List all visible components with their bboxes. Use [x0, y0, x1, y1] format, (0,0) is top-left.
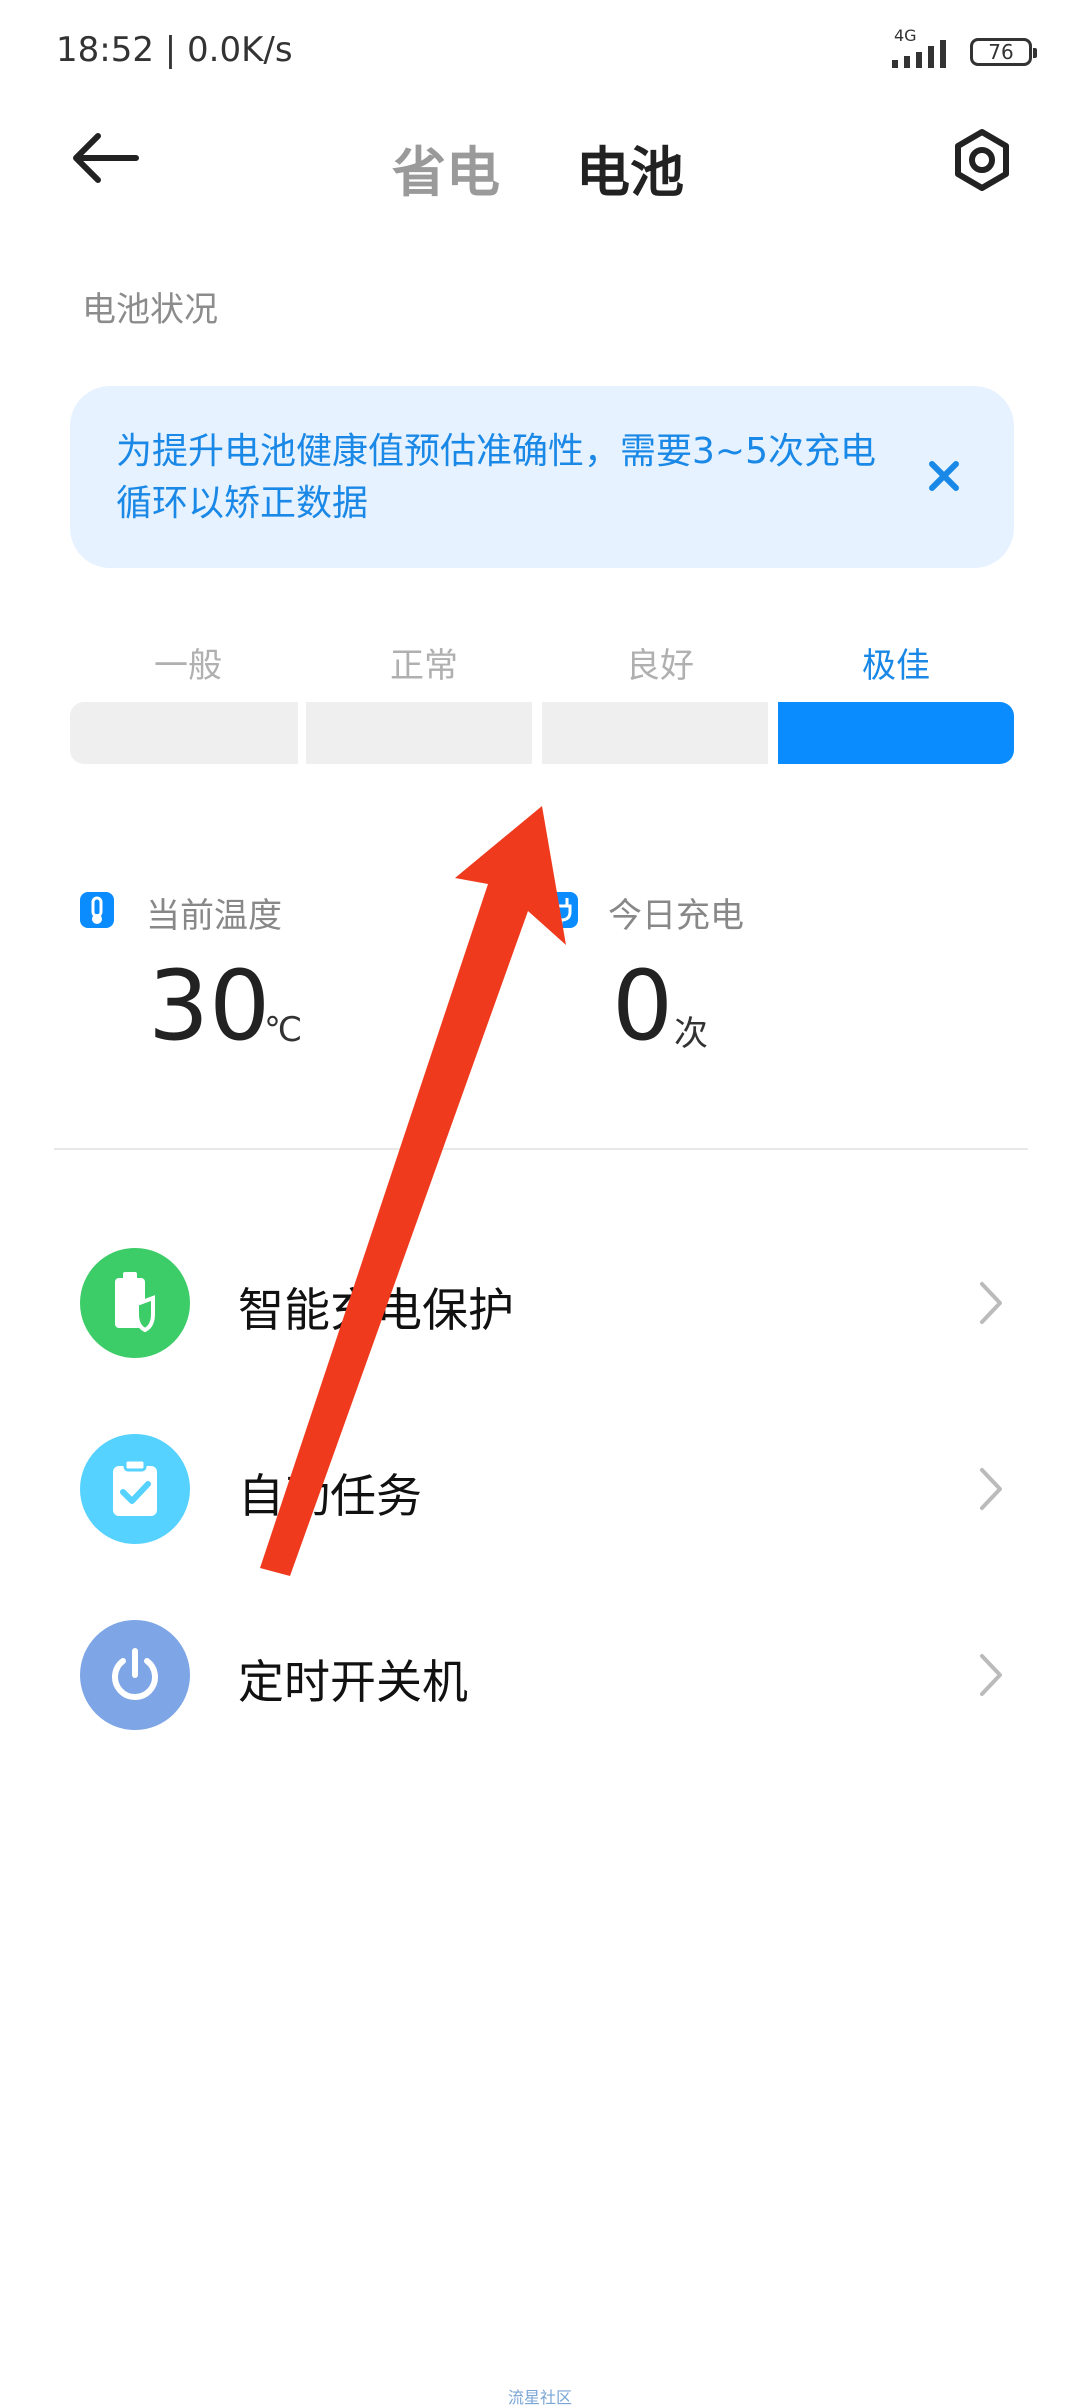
level-label-general: 一般	[154, 646, 222, 686]
thermometer-icon	[80, 892, 114, 928]
chevron-right-icon	[980, 1282, 1002, 1324]
menu-item-smart-charging[interactable]: 智能充电保护	[0, 1228, 1080, 1398]
status-time: 18:52 | 0.0K/s	[56, 30, 293, 70]
menu-label: 定时开关机	[238, 1655, 468, 1709]
level-segment-general	[70, 702, 298, 764]
level-segment-normal	[306, 702, 532, 764]
footer-watermark: 流星社区	[507, 2388, 572, 2407]
arrow-left-icon	[73, 133, 139, 183]
battery-level: 76	[988, 40, 1014, 64]
section-title: 电池状况	[82, 290, 218, 330]
battery-shield-icon	[80, 1248, 190, 1358]
charge-today-label: 今日充电	[608, 896, 744, 936]
settings-gear-icon	[955, 129, 1009, 191]
annotation-arrow-icon	[260, 806, 566, 1576]
battery-icon: 76	[970, 38, 1037, 66]
status-indicators: 4G 76	[892, 26, 1037, 74]
info-banner: 为提升电池健康值预估准确性，需要3~5次充电循环以矫正数据	[70, 386, 1014, 568]
chevron-right-icon	[980, 1654, 1002, 1696]
menu-label: 智能充电保护	[238, 1283, 514, 1337]
banner-text: 为提升电池健康值预估准确性，需要3~5次充电循环以矫正数据	[116, 431, 876, 524]
temperature-value: 30	[148, 950, 271, 1062]
temperature-unit: ℃	[264, 1010, 303, 1050]
level-segment-excellent	[778, 702, 1014, 764]
tab-power-saving[interactable]: 省电	[392, 128, 500, 207]
power-icon	[80, 1620, 190, 1730]
tab-battery[interactable]: 电池	[576, 128, 684, 207]
level-segment-good	[542, 702, 768, 764]
signal-icon: 4G	[892, 26, 956, 72]
menu-item-auto-tasks[interactable]: 自动任务	[0, 1414, 1080, 1584]
close-icon	[929, 461, 959, 491]
level-label-good: 良好	[626, 646, 694, 686]
level-label-normal: 正常	[390, 646, 458, 686]
divider	[54, 1148, 1028, 1150]
charge-today-value: 0	[612, 950, 674, 1062]
charge-today-unit: 次	[674, 1014, 708, 1054]
temperature-label: 当前温度	[146, 896, 282, 936]
menu-item-scheduled-power[interactable]: 定时开关机	[0, 1600, 1080, 1770]
back-button[interactable]	[70, 128, 140, 188]
charge-plug-icon	[544, 892, 578, 928]
chevron-right-icon	[980, 1468, 1002, 1510]
menu-label: 自动任务	[238, 1469, 422, 1523]
settings-button[interactable]	[950, 128, 1014, 192]
clipboard-check-icon	[80, 1434, 190, 1544]
banner-close-button[interactable]	[924, 456, 964, 496]
level-label-excellent: 极佳	[862, 646, 930, 686]
